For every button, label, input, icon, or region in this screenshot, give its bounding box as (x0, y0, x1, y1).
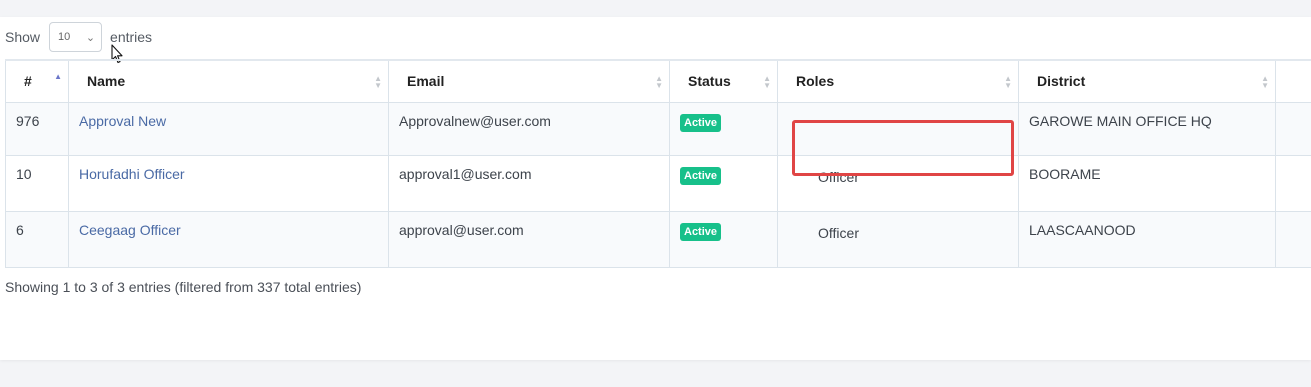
cell-extra (1275, 154, 1311, 212)
cell-status: Active (669, 154, 778, 212)
cell-status: Active (669, 210, 778, 268)
cell-number: 6 (5, 210, 69, 268)
sort-ascending-icon: ▲ (54, 72, 62, 81)
user-name-link[interactable]: Horufadhi Officer (79, 166, 185, 182)
column-header-email[interactable]: Email ▲ ▼ (388, 59, 670, 103)
cell-roles: Officer (777, 154, 1019, 212)
column-header-label: Name (87, 73, 126, 89)
column-header-label: District (1037, 73, 1086, 89)
cell-extra (1275, 101, 1311, 156)
sort-icon: ▲ ▼ (1261, 74, 1269, 90)
column-header-status[interactable]: Status ▲ ▼ (669, 59, 778, 103)
table-row: 6 Ceegaag Officer approval@user.com Acti… (5, 210, 1311, 268)
user-name-link[interactable]: Approval New (79, 113, 166, 129)
cell-name: Ceegaag Officer (68, 210, 389, 268)
user-name-link[interactable]: Ceegaag Officer (79, 222, 181, 238)
cell-district: GAROWE MAIN OFFICE HQ (1018, 101, 1276, 156)
cell-name: Approval New (68, 101, 389, 156)
column-header-roles[interactable]: Roles ▲ ▼ (777, 59, 1019, 103)
length-menu: Show 10 ⌄ entries (5, 22, 152, 52)
cell-district: LAASCAANOOD (1018, 210, 1276, 268)
column-header-district[interactable]: District ▲ ▼ (1018, 59, 1276, 103)
column-header-label: Email (407, 73, 445, 89)
cell-district: BOORAME (1018, 154, 1276, 212)
cell-email: approval@user.com (388, 210, 670, 268)
sort-icon: ▲ ▼ (1004, 74, 1012, 90)
status-badge: Active (680, 113, 722, 132)
show-label: Show (5, 29, 41, 45)
table-header-row: # ▲ Name ▲ ▼ Email ▲ ▼ Status ▲ ▼ Roles ▲ ▼ … (5, 59, 1311, 103)
status-badge: Active (680, 222, 722, 241)
column-header-label: Status (688, 73, 731, 89)
cell-name: Horufadhi Officer (68, 154, 389, 212)
column-header-label: Roles (796, 73, 835, 89)
cell-email: approval1@user.com (388, 154, 670, 212)
column-header-name[interactable]: Name ▲ ▼ (68, 59, 389, 103)
cell-number: 976 (5, 101, 69, 156)
table-row: 976 Approval New Approvalnew@user.com Ac… (5, 101, 1311, 156)
users-table: # ▲ Name ▲ ▼ Email ▲ ▼ Status ▲ ▼ Roles ▲ ▼ … (5, 59, 1311, 268)
sort-icon: ▲ ▼ (374, 74, 382, 90)
chevron-down-icon: ⌄ (85, 32, 96, 44)
status-badge: Active (680, 166, 722, 185)
cell-status: Active (669, 101, 778, 156)
entries-per-page-value: 10 (58, 31, 71, 43)
cell-roles (777, 101, 1019, 156)
sort-icon: ▲ ▼ (763, 74, 771, 90)
cell-number: 10 (5, 154, 69, 212)
column-header-label: # (24, 73, 32, 89)
column-header-extra (1275, 59, 1311, 103)
entries-label: entries (110, 29, 153, 45)
cell-roles: Officer (777, 210, 1019, 268)
table-row: 10 Horufadhi Officer approval1@user.com … (5, 154, 1311, 212)
column-header-number[interactable]: # ▲ (5, 59, 69, 103)
sort-icon: ▲ ▼ (655, 74, 663, 90)
cell-extra (1275, 210, 1311, 268)
table-info-text: Showing 1 to 3 of 3 entries (filtered fr… (5, 279, 362, 295)
entries-per-page-select[interactable]: 10 ⌄ (49, 22, 103, 52)
cell-email: Approvalnew@user.com (388, 101, 670, 156)
